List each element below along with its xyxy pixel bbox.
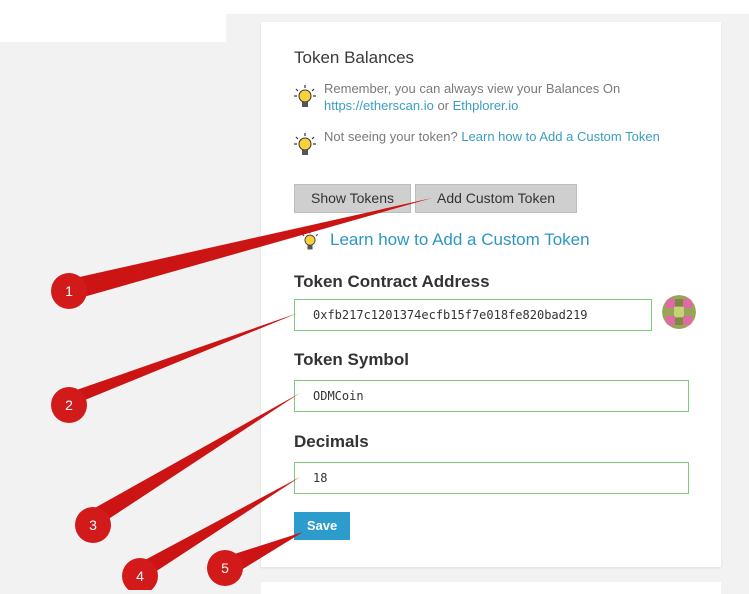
learn-add-token-link-small[interactable]: Learn how to Add a Custom Token [461,129,660,144]
etherscan-link[interactable]: https://etherscan.io [324,98,434,113]
top-blank-bar [226,0,749,14]
identicon [662,295,696,329]
decimals-label: Decimals [294,432,369,451]
top-left-blank-area [0,0,226,42]
tip-or: or [433,98,453,113]
identicon-graphic [662,295,696,329]
save-button[interactable]: Save [294,512,350,540]
lightbulb-icon [294,133,316,155]
tip-text: Not seeing your token? Learn how to Add … [324,128,664,145]
tip-text: Remember, you can always view your Balan… [324,80,664,114]
tip-text-main: Not seeing your token? [324,129,462,144]
token-symbol-label: Token Symbol [294,350,409,369]
annotation-badge-2-label: 2 [65,397,73,413]
next-panel-edge [261,582,721,594]
lightbulb-icon [302,230,318,250]
annotation-badge-3-label: 3 [89,517,97,533]
add-custom-token-button[interactable]: Add Custom Token [415,184,577,213]
token-contract-address-label: Token Contract Address [294,272,490,291]
lightbulb-icon [294,85,316,107]
show-tokens-button[interactable]: Show Tokens [294,184,411,213]
learn-add-custom-token-link[interactable]: Learn how to Add a Custom Token [330,230,590,250]
token-symbol-input[interactable]: ODMCoin [294,380,689,412]
annotation-badge-5-label: 5 [221,560,229,576]
annotation-badge-4-label: 4 [136,568,144,584]
ethplorer-link[interactable]: Ethplorer.io [453,98,519,113]
tip-text-main: Remember, you can always view your Balan… [324,81,621,96]
decimals-input[interactable]: 18 [294,462,689,494]
annotation-badge-1-label: 1 [65,283,73,299]
token-contract-address-input[interactable]: 0xfb217c1201374ecfb15f7e018fe820bad219 [294,299,652,331]
token-balances-title: Token Balances [294,48,415,67]
